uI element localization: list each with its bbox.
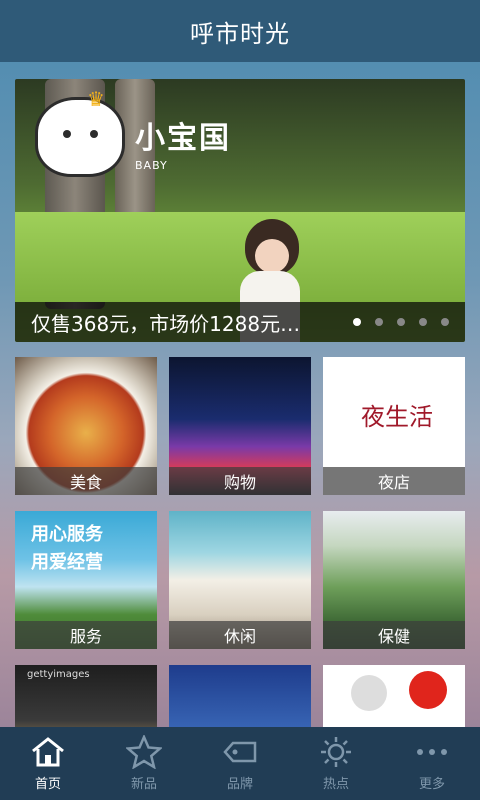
category-tile-row3-1[interactable]: gettyimages (15, 665, 157, 727)
category-tile-health[interactable]: 保健 (323, 511, 465, 649)
crown-icon: ♛ (87, 87, 105, 111)
page-title: 呼市时光 (190, 19, 290, 48)
tab-hot[interactable]: 热点 (288, 727, 384, 800)
pager-dot[interactable] (353, 318, 361, 326)
banner-logo-text: 小宝国 (135, 121, 231, 156)
banner-logo-sub: BABY (135, 159, 168, 172)
tab-new[interactable]: 新品 (96, 727, 192, 800)
tile-label: 保健 (323, 621, 465, 649)
star-new-icon (126, 735, 162, 769)
tile-label: 购物 (169, 467, 311, 495)
baby-logo-icon (35, 97, 125, 177)
image-watermark: gettyimages (27, 669, 90, 680)
sun-icon (319, 735, 353, 769)
service-slogan: 用心服务 用爱经营 (31, 521, 103, 577)
banner-caption: 仅售368元，市场价1288元… (15, 302, 465, 342)
promo-banner[interactable]: ♛ 小宝国 BABY 仅售368元，市场价1288元… (15, 79, 465, 342)
category-tile-shopping[interactable]: 购物 (169, 357, 311, 495)
logo-eye (63, 130, 71, 138)
category-tile-row3-2[interactable] (169, 665, 311, 727)
category-tile-service[interactable]: 用心服务 用爱经营 服务 (15, 511, 157, 649)
pager-dot[interactable] (441, 318, 449, 326)
more-icon (414, 735, 450, 769)
category-tile-nightclub[interactable]: 夜生活 夜店 (323, 357, 465, 495)
banner-caption-text: 仅售368元，市场价1288元… (31, 311, 301, 336)
category-tile-food[interactable]: 美食 (15, 357, 157, 495)
category-tile-leisure[interactable]: 休闲 (169, 511, 311, 649)
tab-brand[interactable]: 品牌 (192, 727, 288, 800)
tab-label: 品牌 (226, 777, 253, 792)
bottom-tab-bar: 首页 新品 品牌 热点 更多 (0, 727, 480, 800)
pager-dot[interactable] (375, 318, 383, 326)
category-tile-row3-3[interactable] (323, 665, 465, 727)
figure-white (351, 675, 387, 711)
tile-label: 美食 (15, 467, 157, 495)
tag-icon (222, 735, 258, 769)
tab-home[interactable]: 首页 (0, 727, 96, 800)
tile-label: 服务 (15, 621, 157, 649)
nightlife-logo: 夜生活 (361, 403, 433, 431)
home-icon (29, 735, 67, 769)
tab-label: 首页 (34, 777, 61, 792)
tile-label: 休闲 (169, 621, 311, 649)
top-bar: 呼市时光 (0, 0, 480, 62)
category-grid: 美食 购物 夜生活 夜店 用心服务 用爱经营 服务 休闲 保健 gettyima… (15, 357, 465, 727)
tower-image (169, 665, 311, 727)
banner-child-face (255, 239, 289, 273)
slogan-line: 用爱经营 (31, 552, 103, 573)
figure-red (409, 671, 447, 709)
banner-pager[interactable] (353, 318, 465, 326)
pager-dot[interactable] (419, 318, 427, 326)
tab-label: 更多 (418, 777, 445, 792)
tab-more[interactable]: 更多 (384, 727, 480, 800)
tab-label: 新品 (130, 777, 157, 792)
pager-dot[interactable] (397, 318, 405, 326)
slogan-line: 用心服务 (31, 524, 103, 545)
tab-label: 热点 (322, 777, 349, 792)
logo-eye (90, 130, 98, 138)
tile-label: 夜店 (323, 467, 465, 495)
